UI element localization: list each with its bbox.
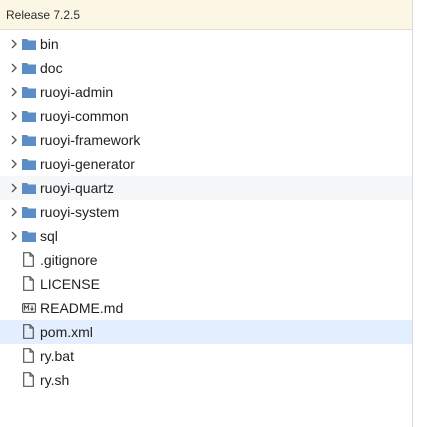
tree-item-gitignore[interactable]: .gitignore <box>0 248 412 272</box>
tree-item-label: .gitignore <box>40 252 98 268</box>
project-title: Release 7.2.5 <box>6 7 81 22</box>
explorer-header: Release 7.2.5 <box>0 0 412 30</box>
file-icon <box>23 276 34 291</box>
tree-item-label: ry.bat <box>40 348 74 364</box>
tree-item-label: bin <box>40 36 59 52</box>
tree-item-label: sql <box>40 228 58 244</box>
tree-item-label: ruoyi-common <box>40 108 129 124</box>
tree-item-label: ruoyi-generator <box>40 156 135 172</box>
tree-item-doc[interactable]: doc <box>0 56 412 80</box>
markdown-icon <box>22 303 36 313</box>
tree-item-bin[interactable]: bin <box>0 32 412 56</box>
tree-item-label: ruoyi-framework <box>40 132 141 148</box>
chevron-right-icon[interactable] <box>9 110 19 122</box>
tree-item-pom-xml[interactable]: pom.xml <box>0 320 412 344</box>
tree-item-sql[interactable]: sql <box>0 224 412 248</box>
chevron-right-icon[interactable] <box>9 182 19 194</box>
tree-item-readme[interactable]: README.md <box>0 296 412 320</box>
tree-item-ruoyi-system[interactable]: ruoyi-system <box>0 200 412 224</box>
chevron-right-icon[interactable] <box>9 62 19 74</box>
chevron-right-icon[interactable] <box>9 38 19 50</box>
file-icon <box>23 324 34 339</box>
tree-item-label: ry.sh <box>40 372 70 388</box>
tree-item-label: ruoyi-quartz <box>40 180 114 196</box>
folder-icon <box>22 63 36 74</box>
tree-item-ruoyi-generator[interactable]: ruoyi-generator <box>0 152 412 176</box>
tree-item-label: ruoyi-system <box>40 204 120 220</box>
tree-item-ry-bat[interactable]: ry.bat <box>0 344 412 368</box>
tree-item-ry-sh[interactable]: ry.sh <box>0 368 412 392</box>
folder-icon <box>22 111 36 122</box>
tree-item-label: pom.xml <box>40 324 93 340</box>
tree-item-ruoyi-quartz[interactable]: ruoyi-quartz <box>0 176 412 200</box>
folder-icon <box>22 39 36 50</box>
tree-item-label: ruoyi-admin <box>40 84 114 100</box>
folder-icon <box>22 183 36 194</box>
tree-item-label: doc <box>40 60 63 76</box>
chevron-right-icon[interactable] <box>9 230 19 242</box>
tree-item-label: README.md <box>40 300 124 316</box>
folder-icon <box>22 207 36 218</box>
file-tree: bin doc ruoyi-admin ruoyi-common ruoyi-f… <box>0 30 412 392</box>
tree-item-label: LICENSE <box>40 276 100 292</box>
file-icon <box>23 372 34 387</box>
chevron-right-icon[interactable] <box>9 158 19 170</box>
tree-item-ruoyi-common[interactable]: ruoyi-common <box>0 104 412 128</box>
chevron-right-icon[interactable] <box>9 134 19 146</box>
file-explorer-panel: Release 7.2.5 bin doc ruoyi-admin ruoyi-… <box>0 0 413 427</box>
file-icon <box>23 252 34 267</box>
folder-icon <box>22 231 36 242</box>
tree-item-license[interactable]: LICENSE <box>0 272 412 296</box>
folder-icon <box>22 87 36 98</box>
chevron-right-icon[interactable] <box>9 206 19 218</box>
folder-icon <box>22 135 36 146</box>
file-icon <box>23 348 34 363</box>
chevron-right-icon[interactable] <box>9 86 19 98</box>
tree-item-ruoyi-admin[interactable]: ruoyi-admin <box>0 80 412 104</box>
folder-icon <box>22 159 36 170</box>
tree-item-ruoyi-framework[interactable]: ruoyi-framework <box>0 128 412 152</box>
